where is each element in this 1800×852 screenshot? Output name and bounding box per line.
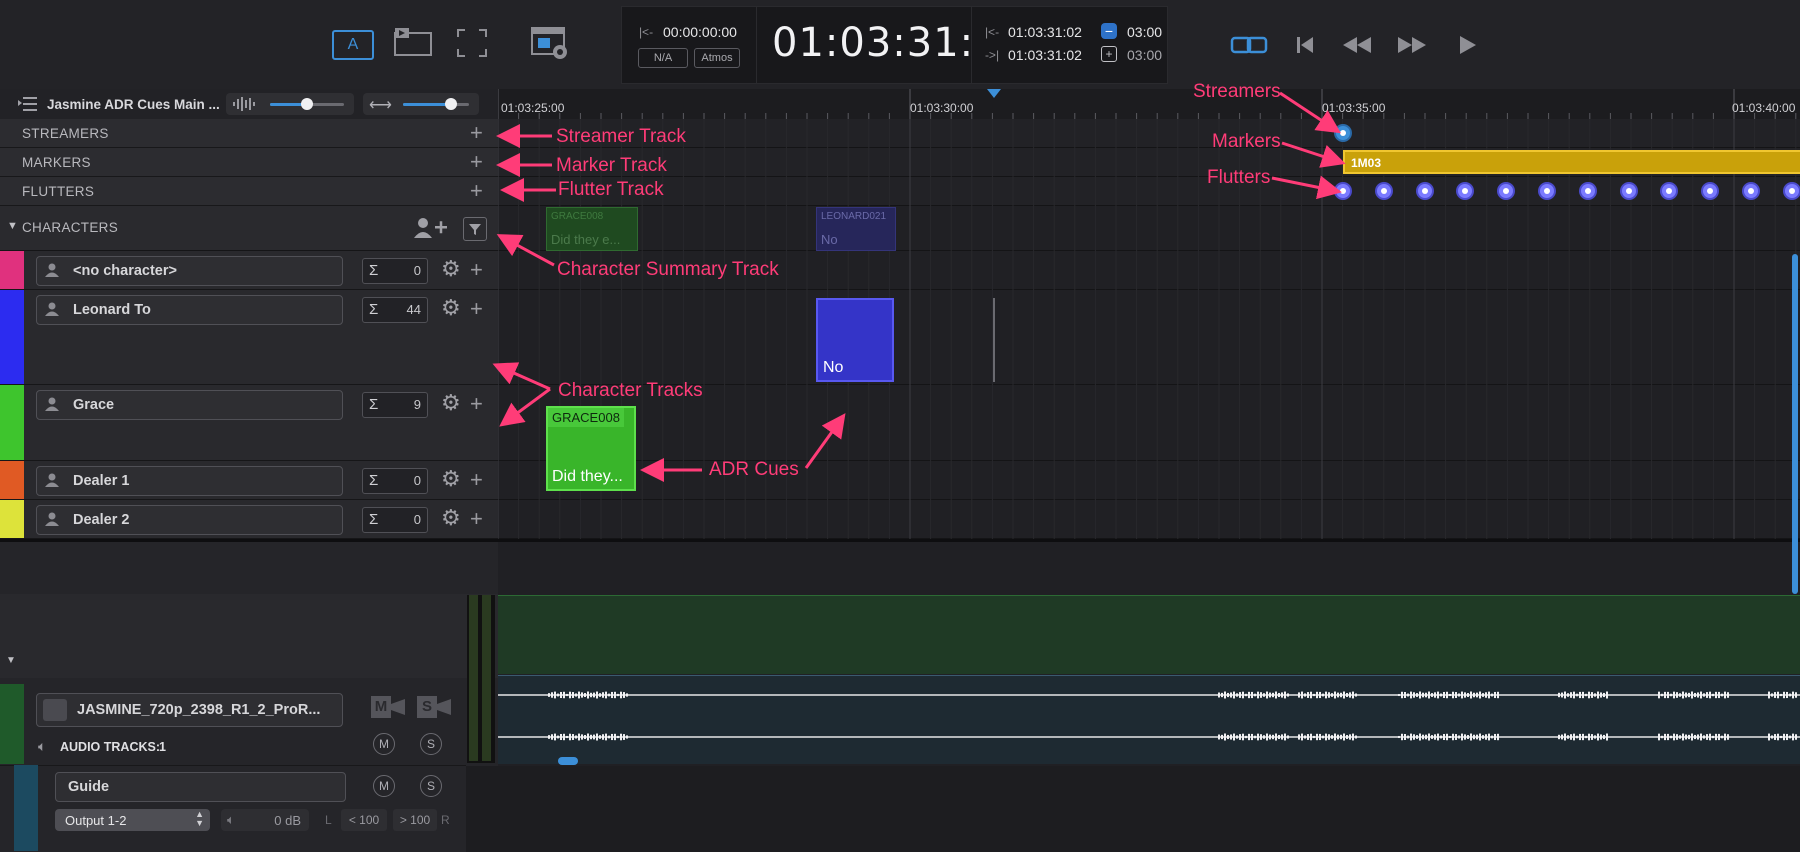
output-select[interactable]: Output 1-2 ▲ ▼: [55, 809, 210, 831]
pan-r-label: R: [441, 813, 450, 827]
annotation-adr-cues: ADR Cues: [709, 459, 799, 480]
annotation-character-tracks: Character Tracks: [558, 380, 703, 401]
annotation-streamer-track: Streamer Track: [556, 126, 686, 147]
pan-right-value[interactable]: > 100: [393, 809, 437, 831]
guide-solo-button[interactable]: S: [420, 775, 442, 797]
pan-left-value[interactable]: < 100: [341, 809, 387, 831]
guide-mute-button[interactable]: M: [373, 775, 395, 797]
annotation-character-summary-track: Character Summary Track: [557, 259, 779, 280]
pan-field[interactable]: L < 100 > 100 R: [319, 809, 455, 831]
volume-speaker-icon: 🔈︎: [227, 812, 235, 827]
pan-l-label: L: [325, 813, 332, 827]
annotation-flutter-track: Flutter Track: [558, 179, 664, 200]
annotation-streamers: Streamers: [1193, 81, 1281, 102]
output-value: Output 1-2: [65, 813, 127, 828]
annotation-markers: Markers: [1212, 131, 1281, 152]
annotation-arrows: [492, 91, 1346, 482]
guide-name-field[interactable]: Guide: [55, 772, 346, 802]
volume-field[interactable]: 🔈︎ 0 dB: [221, 809, 309, 831]
volume-value: 0 dB: [274, 813, 301, 828]
annotation-flutters: Flutters: [1207, 167, 1271, 188]
guide-color-strip: [14, 765, 38, 851]
guide-name: Guide: [68, 779, 110, 795]
annotation-marker-track: Marker Track: [556, 155, 667, 176]
select-arrows-icon: ▲ ▼: [195, 809, 204, 828]
